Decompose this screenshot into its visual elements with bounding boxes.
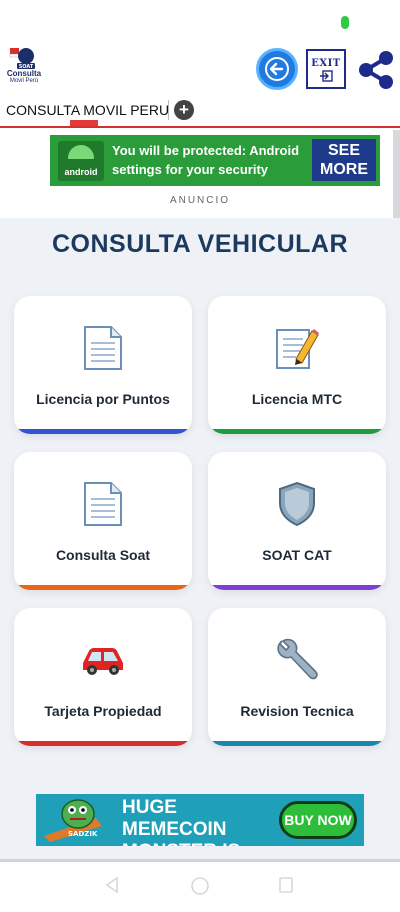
app-logo: SOAT Consulta Movil Perú [4, 46, 44, 94]
logo-badge: SOAT [19, 64, 34, 70]
square-recents-icon [279, 877, 293, 893]
card-soat-cat[interactable]: SOAT CAT [208, 452, 386, 590]
nav-home-button[interactable] [190, 876, 210, 901]
logo-subtext: Movil Perú [9, 78, 39, 84]
main-content[interactable]: android You will be protected: Android s… [0, 130, 400, 862]
exit-door-icon [320, 70, 333, 82]
buy-now-button[interactable]: BUY NOW [279, 801, 357, 839]
shield-icon [208, 480, 386, 528]
document-icon [14, 480, 192, 528]
battery-icon [341, 16, 349, 29]
android-logo: android [58, 141, 104, 181]
card-label: Licencia MTC [251, 391, 343, 407]
system-nav-bar [0, 862, 400, 912]
card-tarjeta-propiedad[interactable]: Tarjeta Propiedad [14, 608, 192, 746]
see-more-button[interactable]: SEE MORE [312, 139, 376, 181]
document-icon [14, 324, 192, 372]
status-bar [0, 0, 400, 44]
nav-back-button[interactable] [104, 876, 120, 899]
top-ad-container: android You will be protected: Android s… [0, 130, 400, 218]
car-icon [14, 636, 192, 684]
card-licencia-por-puntos[interactable]: Licencia por Puntos [14, 296, 192, 434]
scrollbar[interactable] [393, 130, 400, 218]
app-header: SOAT Consulta Movil Perú EXIT [0, 44, 400, 98]
back-button[interactable] [256, 48, 298, 90]
page-title: CONSULTA VEHICULAR [51, 230, 349, 258]
top-ad-banner[interactable]: android You will be protected: Android s… [50, 135, 380, 186]
share-icon [359, 51, 393, 89]
card-consulta-soat[interactable]: Consulta Soat [14, 452, 192, 590]
exit-button[interactable]: EXIT [306, 49, 346, 89]
monster-mascot-image: SADZIK [42, 796, 112, 844]
card-label: Licencia por Puntos [36, 391, 170, 407]
top-ad-text: You will be protected: Android settings … [112, 143, 300, 177]
card-revision-tecnica[interactable]: Revision Tecnica [208, 608, 386, 746]
memo-pencil-icon [208, 324, 386, 372]
bottom-ad-banner[interactable]: SADZIK HUGE MEMECOIN MONSTER IS HERE BUY… [36, 794, 364, 846]
nav-recents-button[interactable] [278, 876, 294, 899]
wrench-icon [208, 636, 386, 684]
card-accent [14, 429, 192, 434]
android-brand: android [64, 167, 98, 177]
card-label: Consulta Soat [55, 547, 151, 563]
tab-divider [168, 100, 169, 120]
card-label: SOAT CAT [262, 547, 332, 563]
logo-text: Consulta [6, 69, 42, 78]
card-label: Revision Tecnica [240, 703, 354, 719]
card-accent [208, 585, 386, 590]
plus-icon: + [179, 100, 189, 119]
triangle-back-icon [105, 876, 118, 894]
add-tab-button[interactable]: + [174, 100, 194, 120]
card-label: Tarjeta Propiedad [44, 703, 162, 719]
card-accent [208, 741, 386, 746]
ad-tag: SADZIK [68, 830, 98, 838]
card-accent [14, 741, 192, 746]
card-licencia-mtc[interactable]: Licencia MTC [208, 296, 386, 434]
card-accent [14, 585, 192, 590]
active-tab-indicator [70, 120, 98, 126]
android-icon [68, 145, 94, 159]
app-screen: SOAT Consulta Movil Perú EXIT CONSULTA M… [0, 0, 400, 912]
card-accent [208, 429, 386, 434]
share-button[interactable] [356, 49, 396, 91]
bottom-ad-text: HUGE MEMECOIN MONSTER IS HERE [122, 797, 240, 846]
exit-label: EXIT [311, 58, 341, 69]
tab-bar: CONSULTA MOVIL PERU + [0, 98, 400, 128]
circle-home-icon [191, 877, 209, 895]
logo-emblem: SOAT [9, 46, 39, 70]
tab-consulta-movil-peru[interactable]: CONSULTA MOVIL PERU [6, 102, 169, 118]
ad-caption: ANUNCIO [169, 195, 231, 206]
arrow-left-icon [265, 57, 289, 81]
